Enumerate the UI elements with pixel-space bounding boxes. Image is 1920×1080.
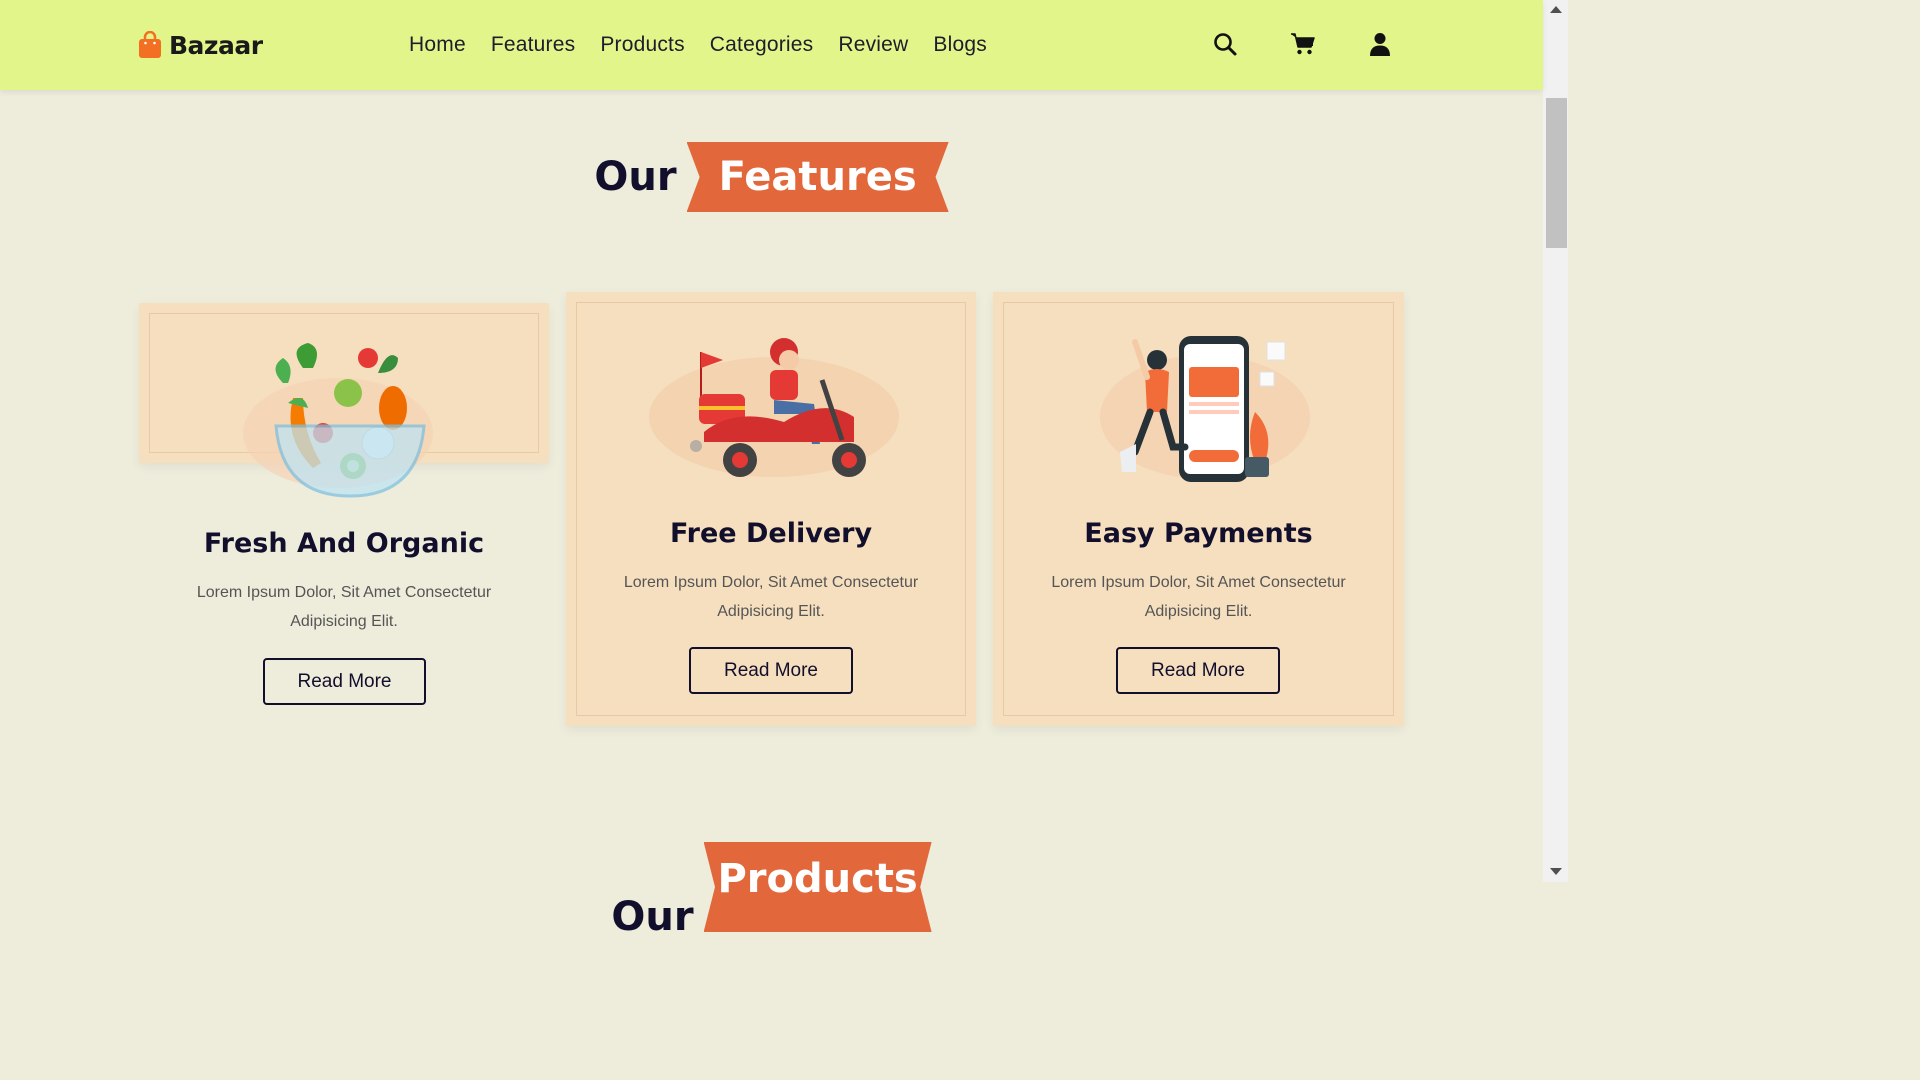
user-icon[interactable]	[1367, 31, 1393, 57]
mobile-payment-icon	[1100, 336, 1310, 482]
shopping-bag-icon	[139, 31, 161, 58]
card-description: Lorem Ipsum Dolor, Sit Amet Consectetur …	[196, 584, 492, 630]
feature-card-delivery: Free Delivery Lorem Ipsum Dolor, Sit Ame…	[566, 292, 976, 726]
nav-blogs[interactable]: Blogs	[933, 30, 987, 60]
nav-features[interactable]: Features	[491, 30, 575, 60]
brand-logo[interactable]: Bazaar	[138, 28, 263, 62]
scroll-thumb[interactable]	[1546, 98, 1567, 248]
card-title: Easy Payments	[1084, 518, 1313, 549]
delivery-scooter-icon	[649, 338, 899, 477]
heading-tag: Products	[703, 842, 932, 932]
feature-card-payments: Easy Payments Lorem Ipsum Dolor, Sit Ame…	[993, 292, 1404, 726]
nav-home[interactable]: Home	[409, 30, 466, 60]
read-more-button[interactable]: Read More	[263, 658, 426, 705]
heading-our: Our	[594, 154, 677, 200]
search-icon[interactable]	[1212, 31, 1238, 57]
salad-bowl-icon	[243, 343, 433, 498]
heading-our: Our	[611, 894, 694, 940]
brand-name: Bazaar	[169, 30, 263, 60]
site-header: Bazaar Home Features Products Categories…	[0, 0, 1543, 90]
card-description: Lorem Ipsum Dolor, Sit Amet Consectetur …	[1051, 574, 1346, 620]
card-title: Fresh And Organic	[203, 528, 485, 559]
heading-tag: Features	[686, 142, 949, 212]
scroll-down-arrow-icon[interactable]	[1550, 868, 1562, 875]
main-nav: Home Features Products Categories Review…	[409, 30, 1012, 60]
nav-products[interactable]: Products	[600, 30, 684, 60]
nav-review[interactable]: Review	[838, 30, 908, 60]
cart-icon[interactable]	[1290, 31, 1316, 57]
read-more-button[interactable]: Read More	[689, 647, 853, 694]
card-title: Free Delivery	[669, 518, 873, 549]
page-scrollbar[interactable]	[1543, 0, 1568, 882]
features-heading: Our Features	[0, 142, 1543, 212]
read-more-button[interactable]: Read More	[1116, 647, 1280, 694]
nav-categories[interactable]: Categories	[710, 30, 814, 60]
products-heading: Our Products	[0, 834, 1543, 940]
scroll-up-arrow-icon[interactable]	[1550, 6, 1562, 13]
card-description: Lorem Ipsum Dolor, Sit Amet Consectetur …	[623, 574, 919, 620]
